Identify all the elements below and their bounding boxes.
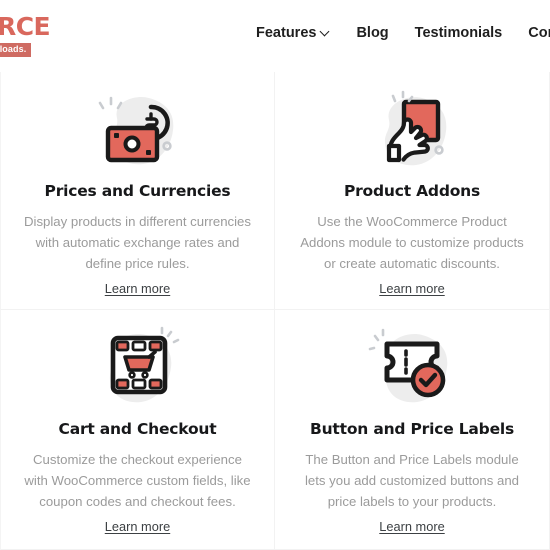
logo-tagline: on Downloads. <box>0 43 32 57</box>
feature-card-title: Product Addons <box>343 182 481 200</box>
feature-card-product-addons: Product Addons Use the WooCommerce Produ… <box>275 72 550 310</box>
feature-card-description: The Button and Price Labels module lets … <box>304 451 520 510</box>
feature-card-title: Prices and Currencies <box>44 182 231 200</box>
nav-item-contact-us[interactable]: Contact us <box>528 26 550 41</box>
learn-more-link[interactable]: Learn more <box>105 519 170 534</box>
banknote-exchange-icon <box>91 88 185 176</box>
nav-item-features[interactable]: Features <box>256 26 330 41</box>
feature-card-title: Button and Price Labels <box>309 420 515 438</box>
feature-card-description: Display products in different currencies… <box>24 213 251 272</box>
site-header: MERCE on Downloads. Features Blog Testim… <box>0 0 550 72</box>
nav-item-blog[interactable]: Blog <box>356 26 388 41</box>
nav-item-label: Testimonials <box>414 25 503 41</box>
nav-item-label: Contact us <box>528 25 550 41</box>
nav-item-label: Blog <box>356 25 389 41</box>
feature-card-cart-and-checkout: Cart and Checkout Customize the checkout… <box>0 310 275 550</box>
primary-navigation: Features Blog Testimonials Contact us <box>256 26 550 41</box>
learn-more-link[interactable]: Learn more <box>379 281 444 296</box>
chevron-down-icon <box>321 27 330 36</box>
learn-more-link[interactable]: Learn more <box>105 281 170 296</box>
feature-card-description: Customize the checkout experience with W… <box>24 451 251 510</box>
price-tag-check-icon <box>365 326 459 414</box>
hand-holding-card-icon <box>365 88 459 176</box>
nav-item-testimonials[interactable]: Testimonials <box>415 26 503 41</box>
feature-card-description: Use the WooCommerce Product Addons modul… <box>300 213 524 272</box>
site-logo[interactable]: MERCE on Downloads. <box>0 14 76 57</box>
learn-more-link[interactable]: Learn more <box>379 519 444 534</box>
nav-item-label: Features <box>256 25 317 41</box>
feature-grid: Prices and Currencies Display products i… <box>0 72 550 550</box>
logo-wordmark: MERCE <box>0 12 51 41</box>
feature-card-button-and-price-labels: Button and Price Labels The Button and P… <box>275 310 550 550</box>
feature-card-title: Cart and Checkout <box>58 420 217 438</box>
feature-card-prices-and-currencies: Prices and Currencies Display products i… <box>0 72 275 310</box>
shopping-cart-screen-icon <box>91 326 185 414</box>
